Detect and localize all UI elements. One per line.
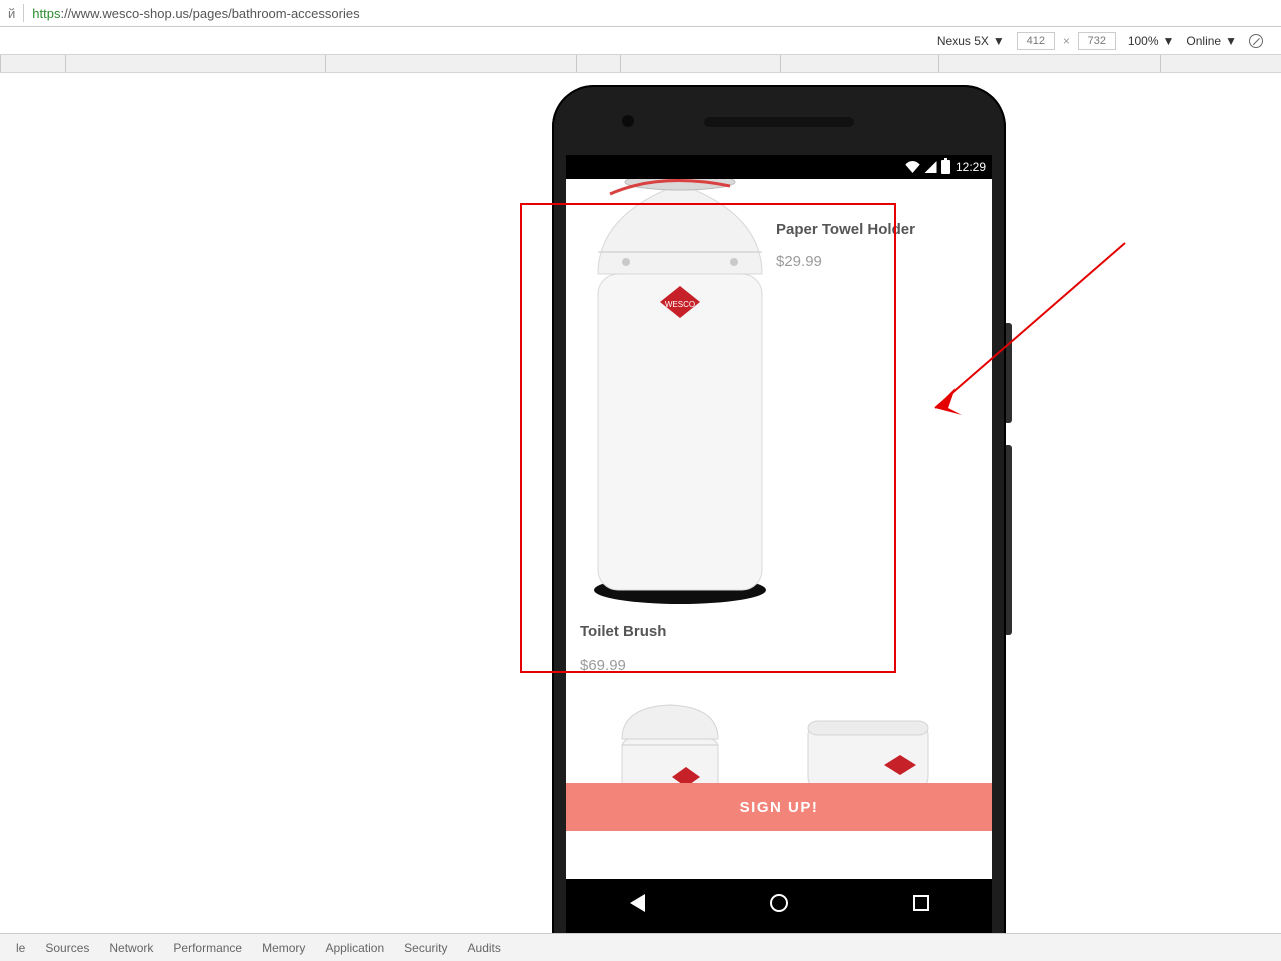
status-time: 12:29: [956, 160, 986, 174]
viewport-dimensions: ×: [1017, 32, 1116, 50]
android-nav-bar: [566, 879, 992, 927]
product-title[interactable]: Paper Towel Holder: [776, 221, 915, 238]
phone-speaker-icon: [704, 117, 854, 127]
devtools-tab-application[interactable]: Application: [315, 941, 394, 955]
product-price: $69.99: [580, 657, 626, 674]
trunc-left: й: [8, 6, 15, 21]
zoom-label: 100%: [1128, 34, 1159, 48]
phone-side-button: [1006, 445, 1012, 635]
product-price: $29.99: [776, 253, 822, 270]
caret-down-icon: ▼: [993, 34, 1005, 48]
android-status-bar: 12:29: [566, 155, 992, 179]
url-protocol: https: [32, 6, 60, 21]
phone-side-button: [1006, 323, 1012, 423]
url-path: ://www.wesco-shop.us/pages/bathroom-acce…: [60, 6, 359, 21]
product-title[interactable]: Toilet Brush: [580, 623, 666, 640]
zoom-select[interactable]: 100% ▼: [1128, 34, 1175, 48]
devtools-tab-performance[interactable]: Performance: [163, 941, 252, 955]
rotate-button[interactable]: [1249, 34, 1263, 48]
wifi-icon: [905, 161, 920, 173]
device-name-label: Nexus 5X: [937, 34, 989, 48]
caret-down-icon: ▼: [1163, 34, 1175, 48]
caret-down-icon: ▼: [1225, 34, 1237, 48]
battery-icon: [941, 160, 950, 174]
cell-signal-icon: [924, 161, 937, 173]
triangle-back-icon: [630, 894, 645, 912]
product-image-toilet-brush[interactable]: WESCO: [580, 179, 780, 604]
device-screen: 12:29: [566, 155, 992, 940]
signup-button[interactable]: SIGN UP!: [566, 783, 992, 831]
devtools-tab-network[interactable]: Network: [99, 941, 163, 955]
rotate-icon: [1249, 34, 1263, 48]
devtools-tab-security[interactable]: Security: [394, 941, 457, 955]
circle-home-icon: [770, 894, 788, 912]
viewport-width-input[interactable]: [1017, 32, 1055, 50]
square-recents-icon: [913, 895, 929, 911]
separator: [23, 4, 24, 22]
devtools-device-toolbar: Nexus 5X ▼ × 100% ▼ Online ▼: [0, 27, 1281, 55]
throttle-select[interactable]: Online ▼: [1186, 34, 1237, 48]
devtools-tabs: le Sources Network Performance Memory Ap…: [0, 933, 1281, 961]
throttle-label: Online: [1186, 34, 1221, 48]
devtools-tab[interactable]: le: [6, 941, 35, 955]
viewport-height-input[interactable]: [1078, 32, 1116, 50]
device-frame: 12:29: [552, 85, 1006, 940]
nav-recents-button[interactable]: [910, 892, 932, 914]
device-select[interactable]: Nexus 5X ▼: [937, 34, 1005, 48]
browser-url-bar: й https://www.wesco-shop.us/pages/bathro…: [0, 0, 1281, 27]
devtools-tab-sources[interactable]: Sources: [35, 941, 99, 955]
nav-home-button[interactable]: [768, 892, 790, 914]
dimension-separator: ×: [1063, 34, 1070, 48]
devtools-tab-memory[interactable]: Memory: [252, 941, 315, 955]
devtools-canvas: 12:29: [0, 73, 1281, 921]
svg-text:WESCO: WESCO: [665, 300, 695, 309]
devtools-ruler: [0, 55, 1281, 73]
phone-camera-icon: [622, 115, 634, 127]
mobile-page[interactable]: WESCO Paper Towel Holder $29.99 Toilet B…: [566, 179, 992, 879]
nav-back-button[interactable]: [626, 892, 648, 914]
page-url[interactable]: https://www.wesco-shop.us/pages/bathroom…: [32, 6, 359, 21]
devtools-tab-audits[interactable]: Audits: [458, 941, 511, 955]
